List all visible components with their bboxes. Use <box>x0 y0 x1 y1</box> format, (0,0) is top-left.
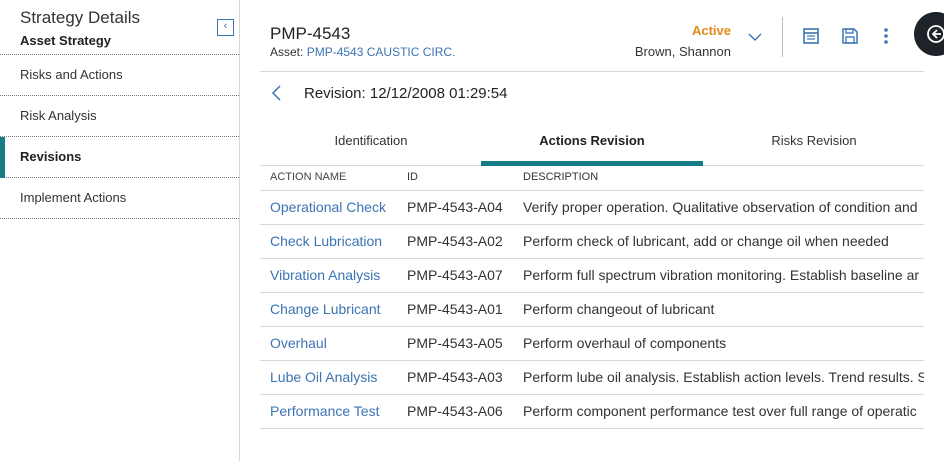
sidebar-header: Strategy Details Asset Strategy ‹ <box>0 0 239 55</box>
action-description: Perform check of lubricant, add or chang… <box>523 233 889 249</box>
sidebar-subtitle: Asset Strategy <box>20 33 112 48</box>
tab-risks-revision[interactable]: Risks Revision <box>703 122 925 166</box>
action-name-link[interactable]: Vibration Analysis <box>270 267 380 283</box>
action-description: Perform changeout of lubricant <box>523 301 715 317</box>
table-row: Overhaul PMP-4543-A05 Perform overhaul o… <box>260 327 924 361</box>
column-header-description[interactable]: DESCRIPTION <box>523 171 598 183</box>
back-chevron-icon[interactable] <box>270 84 284 102</box>
actions-table: ACTION NAME ID DESCRIPTION Operational C… <box>260 166 924 429</box>
sidebar-item-risks-and-actions[interactable]: Risks and Actions <box>0 55 239 96</box>
save-icon[interactable] <box>840 26 860 46</box>
chevron-down-icon[interactable] <box>746 28 764 46</box>
action-description: Perform lube oil analysis. Establish act… <box>523 369 924 385</box>
action-name-link[interactable]: Performance Test <box>270 403 379 419</box>
tab-identification[interactable]: Identification <box>260 122 482 166</box>
sidebar-item-implement-actions[interactable]: Implement Actions <box>0 178 239 219</box>
table-row: Vibration Analysis PMP-4543-A07 Perform … <box>260 259 924 293</box>
column-header-action-name[interactable]: ACTION NAME <box>270 171 346 183</box>
asset-id: PMP-4543 <box>270 24 351 43</box>
action-name-link[interactable]: Lube Oil Analysis <box>270 369 377 385</box>
main-content: PMP-4543 Asset: PMP-4543 CAUSTIC CIRC. A… <box>240 0 944 461</box>
column-header-id[interactable]: ID <box>407 171 418 183</box>
action-name-link[interactable]: Overhaul <box>270 335 327 351</box>
table-row: Lube Oil Analysis PMP-4543-A03 Perform l… <box>260 361 924 395</box>
action-name-link[interactable]: Change Lubricant <box>270 301 381 317</box>
asset-prefix: Asset: <box>270 45 304 59</box>
table-row: Operational Check PMP-4543-A04 Verify pr… <box>260 191 924 225</box>
table-row: Check Lubrication PMP-4543-A02 Perform c… <box>260 225 924 259</box>
revision-label: Revision: 12/12/2008 01:29:54 <box>304 85 508 102</box>
tab-actions-revision[interactable]: Actions Revision <box>481 122 703 166</box>
sidebar-item-revisions[interactable]: Revisions <box>0 137 239 178</box>
table-row: Performance Test PMP-4543-A06 Perform co… <box>260 395 924 429</box>
tab-bar: Identification Actions Revision Risks Re… <box>260 122 924 166</box>
collapse-sidebar-icon[interactable]: ‹ <box>217 19 234 36</box>
owner-name: Brown, Shannon <box>634 44 731 59</box>
asset-line: Asset: PMP-4543 CAUSTIC CIRC. <box>270 45 455 59</box>
sidebar: Strategy Details Asset Strategy ‹ Risks … <box>0 0 240 461</box>
action-id: PMP-4543-A05 <box>407 335 503 351</box>
action-description: Perform overhaul of components <box>523 335 727 351</box>
asset-link[interactable]: PMP-4543 CAUSTIC CIRC. <box>307 45 456 59</box>
toolbar-divider <box>782 17 783 57</box>
collapse-panel-icon[interactable] <box>914 12 944 56</box>
action-name-link[interactable]: Check Lubrication <box>270 233 382 249</box>
action-id: PMP-4543-A03 <box>407 369 503 385</box>
table-header: ACTION NAME ID DESCRIPTION <box>260 166 924 191</box>
action-description: Perform component performance test over … <box>523 403 917 419</box>
table-view-icon[interactable] <box>801 26 821 46</box>
sidebar-item-risk-analysis[interactable]: Risk Analysis <box>0 96 239 137</box>
sidebar-title: Strategy Details <box>20 8 140 27</box>
action-id: PMP-4543-A02 <box>407 233 503 249</box>
action-id: PMP-4543-A07 <box>407 267 503 283</box>
table-row: Change Lubricant PMP-4543-A01 Perform ch… <box>260 293 924 327</box>
status-badge: Active <box>691 23 731 38</box>
action-description: Perform full spectrum vibration monitori… <box>523 267 920 283</box>
action-id: PMP-4543-A04 <box>407 199 503 215</box>
action-id: PMP-4543-A01 <box>407 301 503 317</box>
header-divider <box>260 71 924 72</box>
action-name-link[interactable]: Operational Check <box>270 199 386 215</box>
more-options-icon[interactable] <box>876 26 896 46</box>
action-id: PMP-4543-A06 <box>407 403 503 419</box>
action-description: Verify proper operation. Qualitative obs… <box>523 199 918 215</box>
